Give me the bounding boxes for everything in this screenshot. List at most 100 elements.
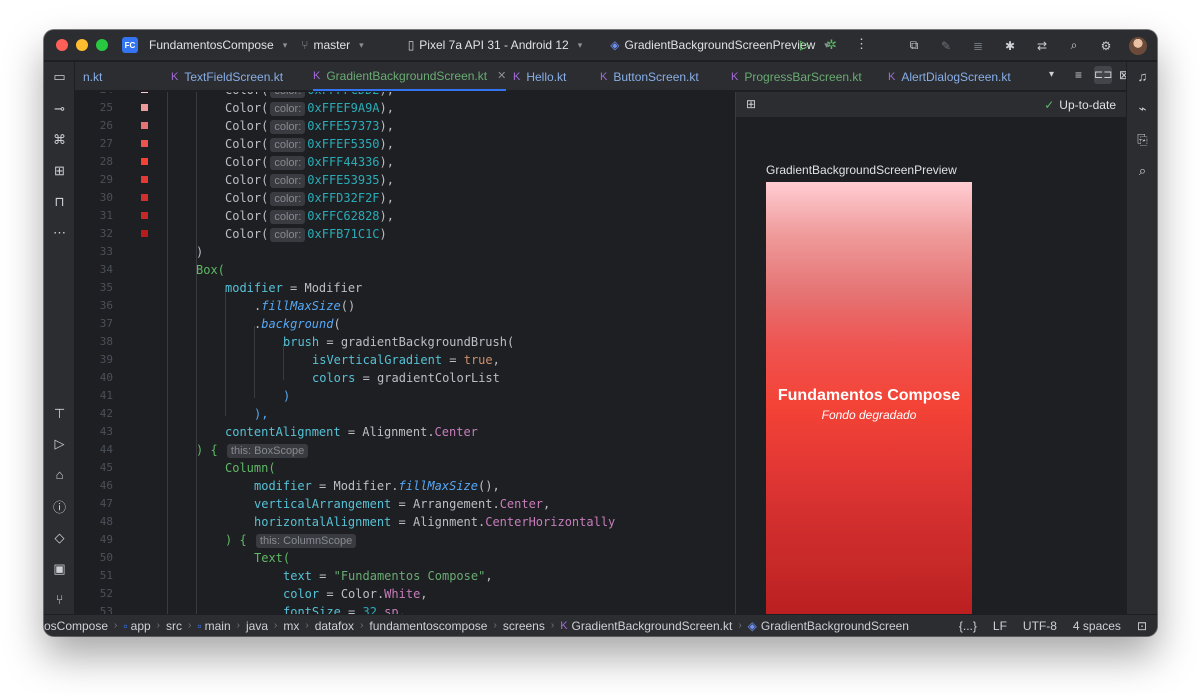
code-view-icon[interactable]: ≡ bbox=[1075, 68, 1082, 82]
encoding-widget[interactable]: UTF-8 bbox=[1023, 619, 1057, 633]
folder-icon[interactable]: ▭ bbox=[51, 68, 68, 85]
token: ), bbox=[379, 101, 394, 115]
inlay-hint: color: bbox=[270, 156, 306, 170]
color-swatch-icon[interactable] bbox=[141, 194, 148, 201]
sync-icon[interactable]: ⇄ bbox=[1033, 37, 1051, 55]
breadcrumb-item[interactable]: mx bbox=[283, 619, 299, 633]
device-explorer-icon[interactable]: ⌕ bbox=[1134, 162, 1151, 179]
kotlin-file-icon: K bbox=[600, 70, 608, 83]
color-swatch-icon[interactable] bbox=[141, 104, 148, 111]
close-window-button[interactable] bbox=[56, 39, 68, 51]
chevron-right-icon: › bbox=[550, 620, 555, 631]
debug-icon[interactable]: ✲ bbox=[826, 37, 837, 53]
color-swatch-icon[interactable] bbox=[141, 122, 148, 129]
line-separator-widget[interactable]: LF bbox=[993, 619, 1007, 633]
tab-hello[interactable]: K Hello.kt bbox=[513, 62, 566, 91]
breadcrumb-item[interactable]: ▫ app bbox=[123, 619, 150, 633]
breadcrumb-item[interactable]: osCompose bbox=[44, 619, 108, 633]
zoom-window-button[interactable] bbox=[96, 39, 108, 51]
git-icon[interactable]: ⑂ bbox=[51, 591, 68, 608]
status-bar: osCompose › ▫ app › src › ▫ main › java › … bbox=[44, 614, 1157, 636]
terminal-icon[interactable]: ▣ bbox=[51, 560, 68, 577]
breadcrumb-item[interactable]: ▫ main bbox=[197, 619, 230, 633]
code-editor[interactable]: 24Color(color:0xFFFFCDD2),25Color(color:… bbox=[75, 92, 735, 614]
token: = bbox=[340, 605, 363, 614]
structure-icon[interactable]: ⌘ bbox=[51, 131, 68, 148]
build-icon[interactable]: ⊤ bbox=[51, 405, 68, 422]
run-config-selector[interactable]: ◈ GradientBackgroundScreenPreview ▾ bbox=[610, 38, 829, 52]
bookmark-icon[interactable]: ⊓ bbox=[51, 193, 68, 210]
status-widgets: {...} LF UTF-8 4 spaces ⊡ bbox=[959, 615, 1147, 636]
commit-icon[interactable]: ⊸ bbox=[51, 100, 68, 117]
inlay-hint: color: bbox=[270, 120, 306, 134]
branch-selector[interactable]: ⑂ master ▾ bbox=[301, 38, 363, 52]
toolbar-icons: ⧉ ✎ ≣ ✱ ⇄ ⌕ ⚙ bbox=[905, 30, 1147, 61]
color-swatch-icon[interactable] bbox=[141, 230, 148, 237]
token: = bbox=[282, 281, 305, 295]
translate-icon[interactable]: ✎ bbox=[937, 37, 955, 55]
token: = bbox=[340, 425, 363, 439]
token: ), bbox=[379, 137, 394, 151]
token: Arrangement bbox=[412, 497, 493, 511]
tab-buttonscreen[interactable]: K ButtonScreen.kt bbox=[600, 62, 699, 91]
breadcrumb-item[interactable]: fundamentoscompose bbox=[369, 619, 487, 633]
breadcrumb-item[interactable]: src bbox=[166, 619, 182, 633]
code-text: .fillMaxSize() bbox=[254, 299, 356, 313]
tab-progressbarscreen[interactable]: K ProgressBarScreen.kt bbox=[731, 62, 862, 91]
run-icon[interactable]: ▷ bbox=[51, 435, 68, 452]
more-icon[interactable]: ⋯ bbox=[51, 224, 68, 241]
tab-gradientbackgroundscreen[interactable]: K GradientBackgroundScreen.kt ✕ bbox=[313, 62, 507, 91]
breadcrumb-item[interactable]: java bbox=[246, 619, 268, 633]
search-icon[interactable]: ⌕ bbox=[1065, 37, 1083, 55]
breadcrumb-item[interactable]: K GradientBackgroundScreen.kt bbox=[560, 619, 732, 633]
logcat-icon[interactable]: ≣ bbox=[969, 37, 987, 55]
color-swatch-icon[interactable] bbox=[141, 176, 148, 183]
chevron-down-icon[interactable]: ▾ bbox=[1049, 69, 1054, 80]
device-file-icon[interactable]: ⎘ bbox=[1134, 131, 1151, 148]
android-icon[interactable]: ⌂ bbox=[51, 466, 68, 483]
code-text: ), bbox=[254, 407, 269, 421]
tab-alertdialogscreen[interactable]: K AlertDialogScreen.kt bbox=[888, 62, 1011, 91]
breadcrumb-item[interactable]: ◈ GradientBackgroundScreen bbox=[748, 619, 909, 633]
color-swatch-icon[interactable] bbox=[141, 212, 148, 219]
run-icon[interactable]: ▷ bbox=[800, 37, 810, 53]
device-selector[interactable]: ▯ Pixel 7a API 31 - Android 12 ▾ bbox=[408, 38, 583, 52]
split-view-icon[interactable]: ⊏⊐ bbox=[1094, 66, 1112, 84]
context-indicator[interactable]: {...} bbox=[959, 619, 977, 633]
color-swatch-icon[interactable] bbox=[141, 158, 148, 165]
gradle-icon[interactable]: ⌁ bbox=[1134, 100, 1151, 117]
close-icon[interactable]: ✕ bbox=[497, 69, 506, 82]
function-icon: ◈ bbox=[747, 618, 757, 633]
notifications-icon[interactable]: ♫ bbox=[1134, 68, 1151, 85]
project-selector[interactable]: FC FundamentosCompose ▾ bbox=[122, 37, 287, 53]
code-text: Color(color: 0xFFD32F2F), bbox=[225, 189, 394, 207]
gem-icon[interactable]: ◇ bbox=[51, 529, 68, 546]
tab-partial[interactable]: n.kt bbox=[83, 62, 102, 91]
indent-widget[interactable]: 4 spaces bbox=[1073, 619, 1121, 633]
minimize-window-button[interactable] bbox=[76, 39, 88, 51]
lock-icon[interactable]: ⊡ bbox=[1137, 619, 1147, 633]
problems-icon[interactable]: ⓘ bbox=[51, 498, 68, 515]
chevron-right-icon: › bbox=[360, 620, 364, 631]
more-icon[interactable]: ⋮ bbox=[855, 36, 868, 52]
avatar[interactable] bbox=[1129, 36, 1147, 55]
token: Color( bbox=[225, 209, 269, 223]
color-swatch-icon[interactable] bbox=[141, 140, 148, 147]
breadcrumb-item[interactable]: datafox bbox=[315, 619, 354, 633]
gear-icon[interactable]: ⚙ bbox=[1097, 37, 1115, 55]
code-line: 27 Color(color: 0xFFEF5350), bbox=[75, 135, 735, 153]
breadcrumb: osCompose › ▫ app › src › ▫ main › java › … bbox=[44, 619, 909, 633]
resource-manager-icon[interactable]: ⊞ bbox=[51, 162, 68, 179]
token: colors bbox=[312, 371, 356, 385]
preview-device-screen[interactable]: Fundamentos Compose Fondo degradado bbox=[766, 182, 972, 628]
color-swatch-icon[interactable] bbox=[141, 92, 148, 93]
layout-icon[interactable]: ⊞ bbox=[746, 97, 756, 111]
device-manager-icon[interactable]: ⧉ bbox=[905, 37, 923, 55]
tab-label: ProgressBarScreen.kt bbox=[744, 69, 862, 84]
bug-icon[interactable]: ✱ bbox=[1001, 37, 1019, 55]
token: brush bbox=[283, 335, 320, 349]
token: Color( bbox=[225, 227, 269, 241]
tab-textfieldscreen[interactable]: K TextFieldScreen.kt bbox=[171, 62, 283, 91]
source-folder-icon: ▫ bbox=[197, 618, 202, 633]
breadcrumb-item[interactable]: screens bbox=[503, 619, 545, 633]
